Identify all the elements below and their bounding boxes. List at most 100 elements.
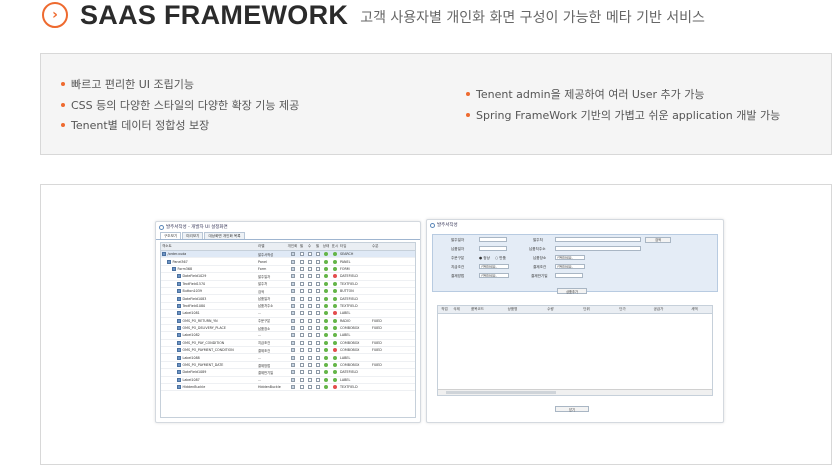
option-checkbox[interactable]	[313, 347, 321, 353]
personalize-checkbox[interactable]	[287, 251, 297, 257]
payment-method-select[interactable]: 선택하세요.	[479, 273, 509, 278]
order-type-radio-return[interactable]: ○ 반품	[495, 256, 506, 261]
table-row[interactable]: TextField1080 납품처주소 TEXTFIELD	[161, 303, 415, 311]
fix-checkbox[interactable]	[305, 369, 313, 375]
required-checkbox[interactable]	[297, 318, 305, 324]
fix-checkbox[interactable]	[305, 303, 313, 309]
required-checkbox[interactable]	[297, 340, 305, 346]
pay-condition-select[interactable]: 선택하세요.	[479, 264, 509, 269]
required-checkbox[interactable]	[297, 362, 305, 368]
required-checkbox[interactable]	[297, 369, 305, 375]
required-checkbox[interactable]	[297, 273, 305, 279]
fix-checkbox[interactable]	[305, 347, 313, 353]
option-checkbox[interactable]	[313, 295, 321, 301]
table-row[interactable]: DateField1029 발주일자 DATEFIELD	[161, 273, 415, 281]
required-checkbox[interactable]	[297, 354, 305, 360]
option-checkbox[interactable]	[313, 377, 321, 383]
required-checkbox[interactable]	[297, 332, 305, 338]
personalize-checkbox[interactable]	[287, 295, 297, 301]
table-row[interactable]: /order.xuda 발주서작성 SEARCH	[161, 251, 415, 259]
personalize-checkbox[interactable]	[287, 354, 297, 360]
table-row[interactable]: DateField1089 결제만기일 DATEFIELD	[161, 369, 415, 377]
fix-checkbox[interactable]	[305, 377, 313, 383]
personalize-checkbox[interactable]	[287, 332, 297, 338]
fix-checkbox[interactable]	[305, 273, 313, 279]
personalize-checkbox[interactable]	[287, 318, 297, 324]
tab-structure[interactable]: 구조보기	[160, 232, 182, 239]
option-checkbox[interactable]	[313, 281, 321, 287]
search-button[interactable]: 검색	[645, 236, 671, 243]
option-checkbox[interactable]	[313, 258, 321, 264]
required-checkbox[interactable]	[297, 310, 305, 316]
tab-personalize-list[interactable]: 대상화면 개인화 목록	[204, 232, 245, 239]
table-row[interactable]: DateField1083 납품일자 DATEFIELD	[161, 295, 415, 303]
option-checkbox[interactable]	[313, 340, 321, 346]
table-row[interactable]: OMS_PO_PAYMENT_CONDITION 결제조건 COMBOBOX FIXE…	[161, 347, 415, 355]
required-checkbox[interactable]	[297, 295, 305, 301]
required-checkbox[interactable]	[297, 303, 305, 309]
scrollbar-thumb[interactable]	[446, 391, 556, 394]
option-checkbox[interactable]	[313, 288, 321, 294]
order-date-input[interactable]	[479, 237, 507, 242]
fix-checkbox[interactable]	[305, 258, 313, 264]
payment-condition-select[interactable]: 선택하세요.	[555, 264, 585, 269]
required-checkbox[interactable]	[297, 377, 305, 383]
personalize-checkbox[interactable]	[287, 281, 297, 287]
option-checkbox[interactable]	[313, 310, 321, 316]
fix-checkbox[interactable]	[305, 340, 313, 346]
table-row[interactable]: HiddenBuckle HiddenBuckle TEXTFIELD	[161, 384, 415, 392]
personalize-checkbox[interactable]	[287, 310, 297, 316]
table-row[interactable]: OMS_PO_PAY_CONDITION 지급조건 COMBOBOX FIXED	[161, 340, 415, 348]
option-checkbox[interactable]	[313, 362, 321, 368]
fix-checkbox[interactable]	[305, 266, 313, 272]
table-row[interactable]: TextField1570 발주처 TEXTFIELD	[161, 281, 415, 288]
option-checkbox[interactable]	[313, 384, 321, 390]
personalize-checkbox[interactable]	[287, 303, 297, 309]
fix-checkbox[interactable]	[305, 251, 313, 257]
table-row[interactable]: Label1087... LABEL	[161, 377, 415, 385]
personalize-checkbox[interactable]	[287, 258, 297, 264]
fix-checkbox[interactable]	[305, 354, 313, 360]
personalize-checkbox[interactable]	[287, 266, 297, 272]
fix-checkbox[interactable]	[305, 281, 313, 287]
personalize-checkbox[interactable]	[287, 369, 297, 375]
required-checkbox[interactable]	[297, 281, 305, 287]
table-row[interactable]: Label1081... LABEL	[161, 310, 415, 318]
order-type-radio-normal[interactable]: ● 정상	[479, 256, 490, 261]
option-checkbox[interactable]	[313, 303, 321, 309]
required-checkbox[interactable]	[297, 251, 305, 257]
fix-checkbox[interactable]	[305, 310, 313, 316]
personalize-checkbox[interactable]	[287, 288, 297, 294]
personalize-checkbox[interactable]	[287, 384, 297, 390]
vendor-input[interactable]	[555, 237, 641, 242]
fix-checkbox[interactable]	[305, 362, 313, 368]
personalize-checkbox[interactable]	[287, 347, 297, 353]
fix-checkbox[interactable]	[305, 325, 313, 331]
required-checkbox[interactable]	[297, 384, 305, 390]
required-checkbox[interactable]	[297, 288, 305, 294]
personalize-checkbox[interactable]	[287, 362, 297, 368]
option-checkbox[interactable]	[313, 318, 321, 324]
personalize-checkbox[interactable]	[287, 273, 297, 279]
option-checkbox[interactable]	[313, 251, 321, 257]
personalize-checkbox[interactable]	[287, 325, 297, 331]
table-row[interactable]: Panel367 Panel PANEL	[161, 258, 415, 266]
add-product-button[interactable]: 상품추가	[557, 288, 587, 294]
fix-checkbox[interactable]	[305, 384, 313, 390]
table-row[interactable]: OMS_PO_RETURN_YN 주문구분 RADIO FIXED	[161, 318, 415, 325]
option-checkbox[interactable]	[313, 273, 321, 279]
option-checkbox[interactable]	[313, 369, 321, 375]
option-checkbox[interactable]	[313, 325, 321, 331]
required-checkbox[interactable]	[297, 325, 305, 331]
fix-checkbox[interactable]	[305, 332, 313, 338]
close-button[interactable]: 닫기	[555, 406, 589, 412]
delivery-date-input[interactable]	[479, 246, 507, 251]
required-checkbox[interactable]	[297, 266, 305, 272]
horizontal-scrollbar[interactable]	[438, 389, 712, 395]
table-row[interactable]: OMS_PO_PAYMENT_DATE 결제방법 COMBOBOX FIXED	[161, 362, 415, 370]
required-checkbox[interactable]	[297, 258, 305, 264]
required-checkbox[interactable]	[297, 347, 305, 353]
table-row[interactable]: OMS_PO_DELIVERY_PLACE 납품장소 COMBOBOX FIXED	[161, 325, 415, 333]
personalize-checkbox[interactable]	[287, 340, 297, 346]
fix-checkbox[interactable]	[305, 295, 313, 301]
